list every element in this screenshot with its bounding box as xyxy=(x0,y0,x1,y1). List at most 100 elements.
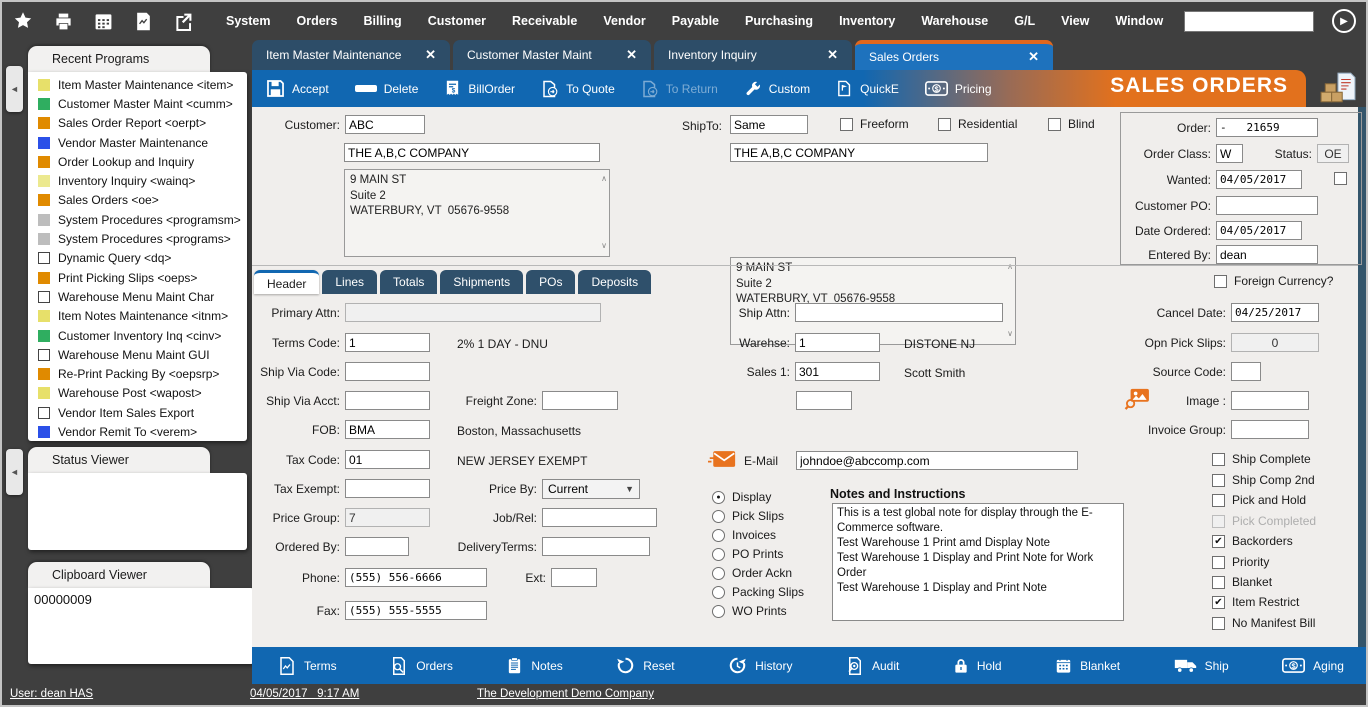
radio-icon[interactable] xyxy=(712,529,725,542)
invoices-radio[interactable]: Invoices xyxy=(712,528,776,542)
hold-button[interactable]: Hold xyxy=(953,658,1002,674)
job-rel-input[interactable] xyxy=(542,508,657,527)
checkbox-icon[interactable]: ✔ xyxy=(1212,535,1225,548)
checkbox-icon[interactable]: ✔ xyxy=(1212,596,1225,609)
display-radio[interactable]: ●Display xyxy=(712,490,771,504)
status-user-link[interactable]: User: dean HAS xyxy=(10,688,93,700)
checkbox-icon[interactable] xyxy=(1212,576,1225,589)
blind-checkbox[interactable]: Blind xyxy=(1048,117,1095,131)
ext-input[interactable] xyxy=(551,568,597,587)
customer-po-input[interactable] xyxy=(1216,196,1318,215)
tab-inventory-inquiry[interactable]: Inventory Inquiry ✕ xyxy=(654,40,852,70)
accept-button[interactable]: Accept xyxy=(266,79,329,98)
list-item[interactable]: Warehouse Menu Maint Char xyxy=(28,287,247,306)
subtab-header[interactable]: Header xyxy=(254,270,319,294)
to-quote-button[interactable]: To Quote xyxy=(541,80,615,98)
image-input[interactable] xyxy=(1231,391,1309,410)
export-icon[interactable] xyxy=(172,12,194,31)
ordered-by-input[interactable] xyxy=(345,537,409,556)
checkbox-icon[interactable] xyxy=(1212,556,1225,569)
subtab-deposits[interactable]: Deposits xyxy=(578,270,651,294)
checkbox-icon[interactable] xyxy=(1212,453,1225,466)
list-item[interactable]: Order Lookup and Inquiry xyxy=(28,152,247,171)
price-group-input[interactable] xyxy=(345,508,430,527)
order-number-input[interactable] xyxy=(1216,118,1318,137)
shipto-address-box[interactable]: 9 MAIN ST Suite 2 WATERBURY, VT 05676-95… xyxy=(730,257,1016,345)
list-item[interactable]: Dynamic Query <dq> xyxy=(28,249,247,268)
history-button[interactable]: History xyxy=(728,656,792,675)
radio-icon[interactable] xyxy=(712,605,725,618)
status-company-link[interactable]: The Development Demo Company xyxy=(477,688,654,700)
checkbox-icon[interactable] xyxy=(840,118,853,131)
checkbox-icon[interactable] xyxy=(1212,494,1225,507)
radio-icon[interactable] xyxy=(712,567,725,580)
checkbox-icon[interactable] xyxy=(1214,275,1227,288)
phone-input[interactable] xyxy=(345,568,487,587)
fob-input[interactable] xyxy=(345,420,430,439)
item-restrict-checkbox[interactable]: ✔Item Restrict xyxy=(1212,595,1299,609)
list-item[interactable]: Re-Print Packing By <oepsrp> xyxy=(28,364,247,383)
close-icon[interactable]: ✕ xyxy=(626,47,637,63)
order-class-input[interactable] xyxy=(1216,144,1243,163)
report-icon[interactable] xyxy=(132,12,154,31)
delete-button[interactable]: Delete xyxy=(355,82,419,96)
checkbox-icon[interactable] xyxy=(938,118,951,131)
list-item[interactable]: System Procedures <programsm> xyxy=(28,210,247,229)
shipto-name-input[interactable] xyxy=(730,143,988,162)
list-item[interactable]: Sales Orders <oe> xyxy=(28,191,247,210)
subtab-lines[interactable]: Lines xyxy=(322,270,377,294)
customer-name-input[interactable] xyxy=(344,143,600,162)
close-icon[interactable]: ✕ xyxy=(1028,49,1039,65)
menu-inventory[interactable]: Inventory xyxy=(839,14,895,28)
list-item[interactable]: Item Notes Maintenance <itnm> xyxy=(28,307,247,326)
fax-input[interactable] xyxy=(345,601,487,620)
menu-view[interactable]: View xyxy=(1061,14,1089,28)
blanket-button[interactable]: Blanket xyxy=(1055,657,1120,674)
po-prints-radio[interactable]: PO Prints xyxy=(712,547,783,561)
notes-textarea[interactable]: This is a test global note for display t… xyxy=(832,503,1124,621)
customer-code-input[interactable] xyxy=(345,115,425,134)
tab-sales-orders[interactable]: Sales Orders ✕ xyxy=(855,40,1053,70)
calendar-icon[interactable] xyxy=(92,12,114,31)
list-item[interactable]: Warehouse Menu Maint GUI xyxy=(28,345,247,364)
sales1-input[interactable] xyxy=(795,362,880,381)
wanted-date-input[interactable] xyxy=(1216,170,1302,189)
ship-comp-2nd-checkbox[interactable]: Ship Comp 2nd xyxy=(1212,473,1315,487)
priority-checkbox[interactable]: Priority xyxy=(1212,555,1269,569)
close-icon[interactable]: ✕ xyxy=(827,47,838,63)
menu-customer[interactable]: Customer xyxy=(428,14,486,28)
tax-exempt-input[interactable] xyxy=(345,479,430,498)
customer-address-box[interactable]: 9 MAIN ST Suite 2 WATERBURY, VT 05676-95… xyxy=(344,169,610,257)
pick-and-hold-checkbox[interactable]: Pick and Hold xyxy=(1212,493,1306,507)
menu-system[interactable]: System xyxy=(226,14,270,28)
terms-button[interactable]: Terms xyxy=(278,657,337,675)
custom-button[interactable]: Custom xyxy=(744,80,810,98)
cancel-date-input[interactable] xyxy=(1231,303,1319,322)
list-item[interactable]: Vendor Remit To <verem> xyxy=(28,422,247,441)
list-item[interactable]: System Procedures <programs> xyxy=(28,229,247,248)
residential-checkbox[interactable]: Residential xyxy=(938,117,1017,131)
status-datetime-link[interactable]: 04/05/2017 9:17 AM xyxy=(250,688,359,700)
sidebar-collapse-button-top[interactable]: ◄ xyxy=(6,66,23,112)
print-icon[interactable] xyxy=(52,12,74,31)
backorders-checkbox[interactable]: ✔Backorders xyxy=(1212,534,1293,548)
list-item[interactable]: Warehouse Post <wapost> xyxy=(28,384,247,403)
list-item[interactable]: Inventory Inquiry <wainq> xyxy=(28,171,247,190)
foreign-currency-checkbox[interactable]: Foreign Currency? xyxy=(1214,274,1333,288)
tab-customer-master-maint[interactable]: Customer Master Maint ✕ xyxy=(453,40,651,70)
radio-icon[interactable]: ● xyxy=(712,491,725,504)
radio-icon[interactable] xyxy=(712,510,725,523)
scroll-up-icon[interactable]: ∧ xyxy=(1007,262,1013,273)
email-input[interactable] xyxy=(796,451,1078,470)
menu-window[interactable]: Window xyxy=(1115,14,1163,28)
delivery-terms-input[interactable] xyxy=(542,537,650,556)
radio-icon[interactable] xyxy=(712,586,725,599)
favorites-star-icon[interactable] xyxy=(12,11,34,31)
ship-complete-checkbox[interactable]: Ship Complete xyxy=(1212,452,1311,466)
go-circle-icon[interactable]: ▶ xyxy=(1332,9,1356,33)
list-item[interactable]: Customer Inventory Inq <cinv> xyxy=(28,326,247,345)
quicke-button[interactable]: QuickE xyxy=(836,80,899,97)
scroll-down-icon[interactable]: ∨ xyxy=(601,241,607,252)
pricing-button[interactable]: $ Pricing xyxy=(925,81,992,96)
menu-warehouse[interactable]: Warehouse xyxy=(921,14,988,28)
